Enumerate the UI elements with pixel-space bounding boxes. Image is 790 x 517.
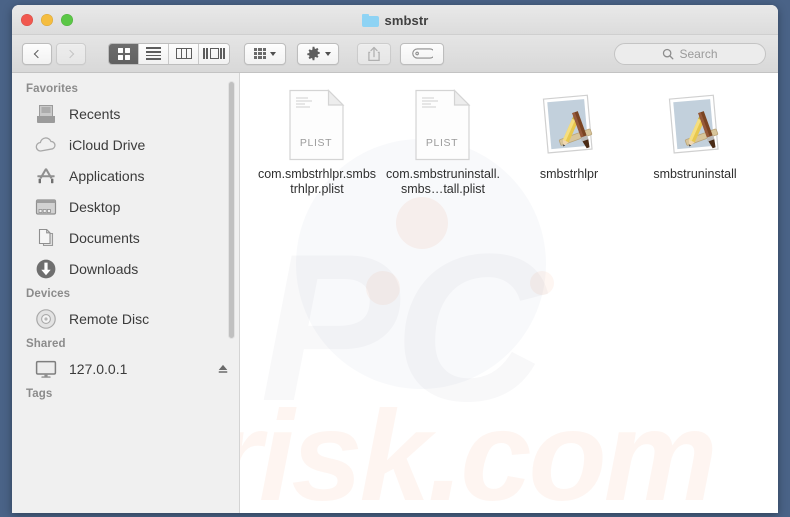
applications-icon <box>34 164 58 188</box>
file-thumbnail: PLIST <box>412 89 474 161</box>
watermark: PC risk.com <box>240 223 778 513</box>
file-name-label: smbstrhlpr <box>540 167 598 182</box>
file-item-app[interactable]: smbstrhlpr <box>506 87 632 197</box>
watermark-primary-text: PC <box>260 223 540 433</box>
file-icon-grid: PLIST com.smbstrhlpr.smbstrhlpr.plist PL… <box>254 87 778 197</box>
gear-icon <box>306 46 321 61</box>
sidebar-section-shared: Shared <box>12 334 239 353</box>
sidebar-item-documents[interactable]: Documents <box>12 222 239 253</box>
watermark-dot <box>396 197 448 249</box>
watermark-secondary-text: risk.com <box>240 393 715 513</box>
sidebar-item-applications[interactable]: Applications <box>12 160 239 191</box>
finder-window: smbstr <box>12 5 778 513</box>
watermark-dot <box>366 271 400 305</box>
list-icon <box>146 47 161 59</box>
gallery-view-button[interactable] <box>199 44 229 64</box>
chevron-left-icon <box>34 49 42 57</box>
file-item-plist[interactable]: PLIST com.smbstrhlpr.smbstrhlpr.plist <box>254 87 380 197</box>
search-placeholder: Search <box>679 47 717 61</box>
downloads-icon <box>34 257 58 281</box>
sidebar-item-label: Desktop <box>69 199 120 215</box>
grid-icon <box>118 48 130 60</box>
tag-icon <box>411 47 433 60</box>
action-menu-button[interactable] <box>297 43 339 65</box>
sidebar-section-devices: Devices <box>12 284 239 303</box>
chevron-right-icon <box>66 49 74 57</box>
file-item-app[interactable]: smbstruninstall <box>632 87 758 197</box>
coverflow-icon <box>203 48 224 59</box>
sidebar-item-label: iCloud Drive <box>69 137 145 153</box>
arrange-icon <box>254 48 267 60</box>
documents-icon <box>34 226 58 250</box>
file-thumbnail <box>662 89 728 161</box>
arrange-by-button[interactable] <box>244 43 286 65</box>
finder-toolbar: Search <box>12 35 778 73</box>
display-icon <box>34 357 58 381</box>
eject-icon[interactable] <box>217 363 229 375</box>
disc-icon <box>34 307 58 331</box>
folder-icon <box>362 14 379 27</box>
sidebar-scrollbar[interactable] <box>228 81 235 339</box>
window-title-text: smbstr <box>385 13 429 28</box>
sidebar-item-label: Remote Disc <box>69 311 149 327</box>
chevron-down-icon <box>325 52 331 56</box>
recents-icon <box>34 102 58 126</box>
file-name-label: smbstruninstall <box>653 167 736 182</box>
sidebar-item-label: 127.0.0.1 <box>69 361 127 377</box>
sidebar: Favorites Recents iCloud Drive <box>12 73 240 513</box>
sidebar-item-remote-disc[interactable]: Remote Disc <box>12 303 239 334</box>
window-body: Favorites Recents iCloud Drive <box>12 73 778 513</box>
edit-tags-button[interactable] <box>400 43 444 65</box>
icon-view-button[interactable] <box>109 44 139 64</box>
view-mode-segmented-control <box>108 43 230 65</box>
file-thumbnail: PLIST <box>286 89 348 161</box>
chevron-down-icon <box>270 52 276 56</box>
sidebar-item-label: Applications <box>69 168 145 184</box>
columns-icon <box>176 48 192 59</box>
file-thumbnail <box>536 89 602 161</box>
file-item-plist[interactable]: PLIST com.smbstruninstall.smbs…tall.plis… <box>380 87 506 197</box>
back-button[interactable] <box>22 43 52 65</box>
generic-app-icon <box>662 93 728 161</box>
sidebar-item-downloads[interactable]: Downloads <box>12 253 239 284</box>
svg-text:PLIST: PLIST <box>426 137 458 149</box>
plist-document-icon: PLIST <box>286 89 348 161</box>
sidebar-item-icloud-drive[interactable]: iCloud Drive <box>12 129 239 160</box>
search-icon <box>662 48 674 60</box>
window-title: smbstr <box>12 5 778 35</box>
column-view-button[interactable] <box>169 44 199 64</box>
share-icon <box>367 46 381 62</box>
sidebar-item-127-0-0-1[interactable]: 127.0.0.1 <box>12 353 239 384</box>
list-view-button[interactable] <box>139 44 169 64</box>
sidebar-section-favorites: Favorites <box>12 79 239 98</box>
watermark-dot <box>530 271 554 295</box>
sidebar-item-label: Documents <box>69 230 140 246</box>
navigation-buttons <box>22 43 86 65</box>
svg-text:PLIST: PLIST <box>300 137 332 149</box>
sidebar-item-label: Downloads <box>69 261 138 277</box>
sidebar-item-recents[interactable]: Recents <box>12 98 239 129</box>
plist-document-icon: PLIST <box>412 89 474 161</box>
search-field[interactable]: Search <box>614 43 766 65</box>
sidebar-item-label: Recents <box>69 106 120 122</box>
generic-app-icon <box>536 93 602 161</box>
sidebar-item-desktop[interactable]: Desktop <box>12 191 239 222</box>
forward-button[interactable] <box>56 43 86 65</box>
file-name-label: com.smbstrhlpr.smbstrhlpr.plist <box>257 167 377 197</box>
file-name-label: com.smbstruninstall.smbs…tall.plist <box>383 167 503 197</box>
cloud-icon <box>34 133 58 157</box>
share-button[interactable] <box>357 43 391 65</box>
sidebar-section-tags: Tags <box>12 384 239 403</box>
file-browser-content[interactable]: PC risk.com PLIST com.smbstrhlpr.smbstrh… <box>240 73 778 513</box>
window-titlebar[interactable]: smbstr <box>12 5 778 35</box>
desktop-icon <box>34 195 58 219</box>
